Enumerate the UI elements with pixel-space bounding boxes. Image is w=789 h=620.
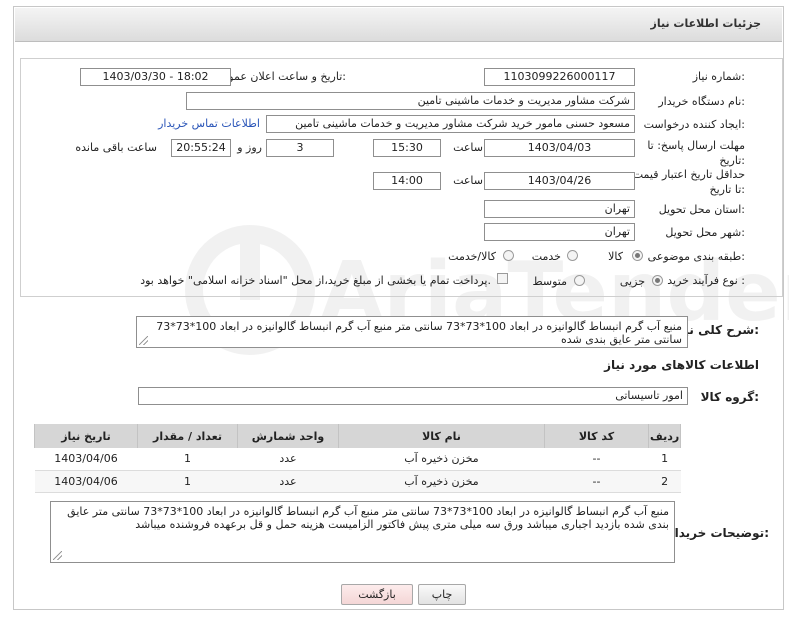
treasury-payment-checkbox[interactable] — [497, 273, 508, 284]
cell-index: 1 — [648, 448, 681, 471]
city-field: تهران — [484, 223, 635, 241]
days-label: روز و — [237, 141, 262, 154]
process-option-medium: متوسط — [532, 275, 567, 288]
goods-group-field: امور تاسیساتی — [138, 387, 688, 405]
city-label: شهر محل تحویل: — [665, 226, 745, 239]
col-qty: تعداد / مقدار — [137, 424, 238, 448]
col-name: نام کالا — [338, 424, 545, 448]
process-option-minor: جزیی — [619, 275, 645, 288]
resize-grip-icon[interactable] — [139, 336, 148, 345]
validity-time-field: 14:00 — [373, 172, 441, 190]
deadline-date-field: 1403/04/03 — [484, 139, 635, 157]
category-radio-service[interactable] — [567, 250, 578, 261]
table-row[interactable]: 2 -- مخزن ذخیره آب عدد 1 1403/04/06 — [34, 470, 681, 493]
remaining-time-field: 20:55:24 — [171, 139, 231, 157]
buyer-org-field: شرکت مشاور مدیریت و خدمات ماشینی تامین — [186, 92, 635, 110]
process-radio-medium[interactable] — [574, 275, 585, 286]
col-unit: واحد شمارش — [237, 424, 339, 448]
goods-group-label: گروه کالا: — [700, 390, 759, 404]
goods-table-wrap: ردیف کد کالا نام کالا واحد شمارش تعداد /… — [34, 424, 682, 493]
validity-label: حداقل تاریخ اعتبار قیمت: تا تاریخ: — [629, 168, 745, 196]
col-index: ردیف — [647, 424, 682, 448]
process-radio-minor[interactable] — [652, 275, 663, 286]
announce-datetime-field: 1403/03/30 - 18:02 — [80, 68, 231, 86]
category-radio-goods-service[interactable] — [503, 250, 514, 261]
cell-code: -- — [544, 448, 649, 471]
buyer-org-label: نام دستگاه خریدار: — [658, 95, 745, 108]
col-code: کد کالا — [544, 424, 649, 448]
remaining-label: ساعت باقی مانده — [75, 141, 157, 154]
category-option-service: خدمت — [531, 250, 561, 263]
deadline-label: مهلت ارسال پاسخ: تا تاریخ: — [647, 139, 745, 167]
buyer-notes-text: منبع آب گرم انبساط گالوانیزه در ابعاد 10… — [67, 505, 669, 531]
description-text: منبع آب گرم انبساط گالوانیزه در ابعاد 10… — [156, 320, 682, 346]
need-number-label: شماره نیاز: — [692, 70, 745, 83]
category-radio-goods[interactable] — [632, 250, 643, 261]
deadline-time-field: 15:30 — [373, 139, 441, 157]
goods-table-header: ردیف کد کالا نام کالا واحد شمارش تعداد /… — [34, 424, 682, 448]
announce-datetime-label: تاریخ و ساعت اعلان عمومی: — [213, 70, 346, 83]
deadline-time-label: ساعت — [453, 141, 483, 154]
page-title: جزئیات اطلاعات نیاز — [650, 17, 762, 30]
goods-section-title: اطلاعات کالاهای مورد نیاز — [604, 358, 759, 372]
province-label: استان محل تحویل: — [658, 203, 745, 216]
cell-name: مخزن ذخیره آب — [338, 470, 545, 493]
back-button[interactable]: بازگشت — [341, 584, 413, 605]
province-field: تهران — [484, 200, 635, 218]
description-textarea[interactable]: منبع آب گرم انبساط گالوانیزه در ابعاد 10… — [136, 316, 688, 348]
need-number-field: 1103099226000117 — [484, 68, 635, 86]
process-label: نوع فرآیند خرید : — [667, 274, 745, 287]
category-option-goods: کالا — [608, 250, 623, 263]
goods-table: ردیف کد کالا نام کالا واحد شمارش تعداد /… — [34, 424, 682, 493]
requester-label: ایجاد کننده درخواست: — [643, 118, 745, 131]
requester-field: مسعود حسنی مامور خرید شرکت مشاور مدیریت … — [266, 115, 635, 133]
days-field: 3 — [266, 139, 334, 157]
buyer-contact-link[interactable]: اطلاعات تماس خریدار — [158, 117, 260, 130]
validity-time-label: ساعت — [453, 174, 483, 187]
validity-date-field: 1403/04/26 — [484, 172, 635, 190]
col-date: تاریخ نیاز — [34, 424, 138, 448]
treasury-payment-note: پرداخت تمام یا بخشی از مبلغ خرید،از محل … — [140, 274, 491, 287]
category-option-goods-service: کالا/خدمت — [448, 250, 496, 263]
category-label: طبقه بندی موضوعی: — [647, 250, 745, 263]
cell-unit: عدد — [237, 470, 339, 493]
buyer-notes-textarea[interactable]: منبع آب گرم انبساط گالوانیزه در ابعاد 10… — [50, 501, 675, 563]
cell-date: 1403/04/06 — [34, 470, 138, 493]
cell-code: -- — [544, 470, 649, 493]
cell-name: مخزن ذخیره آب — [338, 448, 545, 471]
buyer-notes-label: توضیحات خریدار: — [667, 526, 769, 540]
cell-unit: عدد — [237, 448, 339, 471]
cell-qty: 1 — [137, 470, 238, 493]
cell-date: 1403/04/06 — [34, 448, 138, 471]
print-button[interactable]: چاپ — [418, 584, 466, 605]
resize-grip-icon[interactable] — [53, 551, 62, 560]
cell-qty: 1 — [137, 448, 238, 471]
table-row[interactable]: 1 -- مخزن ذخیره آب عدد 1 1403/04/06 — [34, 448, 681, 471]
cell-index: 2 — [648, 470, 681, 493]
